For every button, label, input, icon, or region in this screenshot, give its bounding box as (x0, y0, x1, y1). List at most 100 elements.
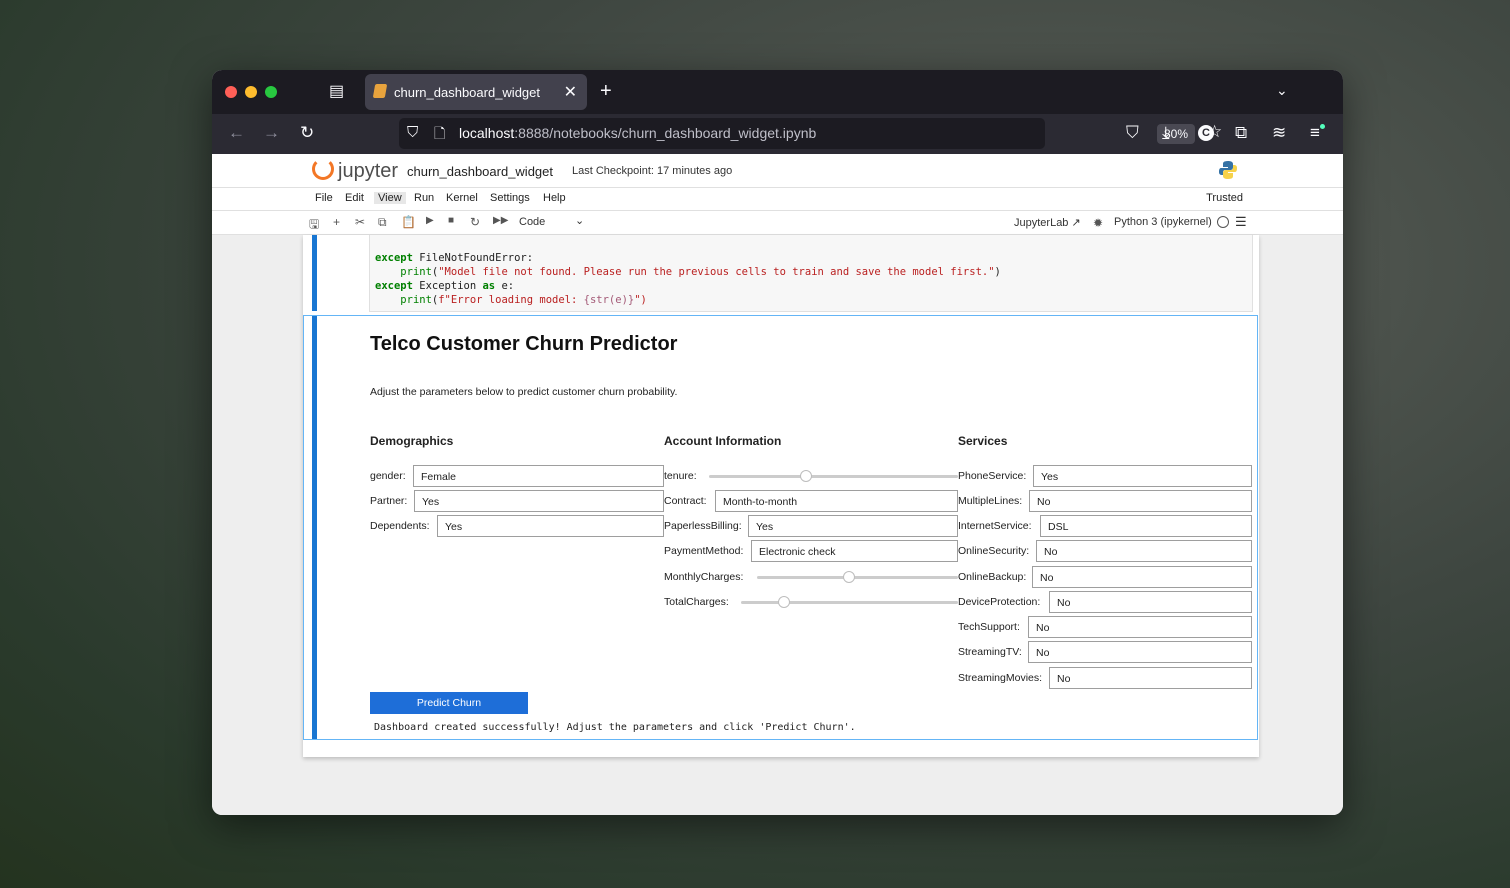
dashboard-description: Adjust the parameters below to predict c… (370, 386, 678, 398)
phone-service-label: PhoneService: (958, 470, 1027, 482)
menu-kernel[interactable]: Kernel (446, 192, 478, 204)
run-icon[interactable]: ▶ (426, 215, 434, 226)
internet-service-select[interactable]: DSL (1040, 515, 1252, 537)
total-charges-slider-track[interactable] (741, 601, 958, 604)
fast-forward-icon[interactable]: ▶▶ (493, 215, 508, 226)
streaming-tv-label: StreamingTV: (958, 646, 1022, 658)
cell-type-select[interactable]: Code (519, 216, 545, 228)
payment-method-label: PaymentMethod: (664, 545, 744, 557)
toolbar-menu-icon[interactable]: ☰ (1235, 214, 1247, 230)
gender-label: gender: (370, 470, 406, 482)
account-avatar-icon[interactable]: C (1198, 125, 1214, 141)
copy-icon[interactable]: ⧉ (378, 215, 387, 230)
download-icon[interactable]: ⤓ (1162, 124, 1170, 142)
app-menu-icon[interactable]: ≡ (1310, 124, 1320, 142)
total-charges-slider-handle[interactable] (778, 596, 791, 608)
menu-edit[interactable]: Edit (345, 192, 364, 204)
trusted-indicator[interactable]: Trusted (1206, 192, 1243, 204)
chevron-down-icon[interactable]: ⌄ (1276, 82, 1288, 98)
paperless-billing-label: PaperlessBilling: (664, 520, 742, 532)
online-backup-row: OnlineBackup: No (958, 566, 1252, 588)
dependents-select[interactable]: Yes (437, 515, 664, 537)
streaming-movies-label: StreamingMovies: (958, 672, 1043, 684)
device-protection-select[interactable]: No (1049, 591, 1252, 613)
tab-churn-dashboard[interactable]: churn_dashboard_widget ✕ (365, 74, 587, 110)
new-tab-icon[interactable]: + (600, 81, 612, 101)
device-protection-row: DeviceProtection: No (958, 591, 1252, 613)
streaming-tv-select[interactable]: No (1028, 641, 1252, 663)
save-icon[interactable]: 🖫 (309, 215, 319, 236)
code-editor[interactable]: except FileNotFoundError: print("Model f… (369, 235, 1253, 312)
navigation-bar: ← → ↻ ⛉ 🗋 localhost:8888/notebooks/churn… (212, 114, 1343, 154)
url-text[interactable]: localhost:8888/notebooks/churn_dashboard… (459, 125, 816, 141)
sidebar-tools-icon[interactable]: ≋ (1272, 124, 1286, 142)
streaming-movies-row: StreamingMovies: No (958, 667, 1252, 689)
cell-selection-bar (312, 235, 317, 311)
python-logo-icon (1219, 161, 1237, 179)
tab-bar: ▤ churn_dashboard_widget ✕ + ⌄ (212, 70, 1343, 114)
chevron-down-icon[interactable]: ⌄ (575, 214, 584, 227)
contract-select[interactable]: Month-to-month (715, 490, 958, 512)
tenure-slider-track[interactable] (709, 475, 958, 478)
close-window-button[interactable] (225, 86, 237, 98)
menu-help[interactable]: Help (543, 192, 566, 204)
jupyter-logo[interactable]: jupyter (312, 158, 398, 183)
streaming-tv-row: StreamingTV: No (958, 641, 1252, 663)
url-bar[interactable]: ⛉ 🗋 localhost:8888/notebooks/churn_dashb… (399, 118, 1222, 149)
jupyter-header: jupyter churn_dashboard_widget Last Chec… (212, 154, 1343, 188)
pocket-icon[interactable]: ⛉ (1126, 124, 1139, 142)
online-backup-select[interactable]: No (1032, 566, 1252, 588)
monthly-charges-slider-track[interactable] (757, 576, 958, 579)
device-protection-label: DeviceProtection: (958, 596, 1041, 608)
paste-icon[interactable]: 📋 (401, 215, 416, 229)
stop-icon[interactable]: ■ (448, 215, 454, 226)
tab-overview-icon[interactable]: ▤ (329, 84, 344, 100)
reload-icon[interactable]: ↻ (300, 124, 314, 142)
tenure-row: tenure: (664, 465, 958, 487)
paperless-billing-select[interactable]: Yes (748, 515, 958, 537)
maximize-window-button[interactable] (265, 86, 277, 98)
online-backup-label: OnlineBackup: (958, 571, 1027, 583)
restart-icon[interactable]: ↻ (470, 215, 480, 229)
page-info-icon[interactable]: 🗋 (434, 124, 445, 142)
gender-select[interactable]: Female (413, 465, 664, 487)
last-checkpoint: Last Checkpoint: 17 minutes ago (572, 165, 733, 177)
online-security-select[interactable]: No (1036, 540, 1252, 562)
shield-icon[interactable]: ⛉ (407, 124, 418, 142)
streaming-movies-select[interactable]: No (1049, 667, 1252, 689)
menu-run[interactable]: Run (414, 192, 434, 204)
partner-label: Partner: (370, 495, 408, 507)
jupyterlab-link[interactable]: JupyterLab ↗ (1014, 216, 1081, 229)
multiple-lines-select[interactable]: No (1029, 490, 1252, 512)
cut-icon[interactable]: ✂ (355, 215, 365, 229)
code-line: except Exception as e: (375, 280, 515, 292)
payment-method-select[interactable]: Electronic check (751, 540, 958, 562)
extensions-icon[interactable]: ⧉ (1235, 124, 1247, 142)
menu-settings[interactable]: Settings (490, 192, 530, 204)
monthly-charges-slider-handle[interactable] (843, 571, 856, 583)
section-account-information: Account Information (664, 434, 782, 448)
notebook-name[interactable]: churn_dashboard_widget (407, 164, 553, 179)
insert-cell-icon[interactable]: + (333, 215, 340, 229)
browser-window: ▤ churn_dashboard_widget ✕ + ⌄ ← → ↻ ⛉ 🗋… (212, 70, 1343, 815)
menu-view[interactable]: View (374, 192, 406, 204)
code-cell[interactable]: except FileNotFoundError: print("Model f… (303, 235, 1259, 313)
close-tab-icon[interactable]: ✕ (564, 82, 577, 102)
partner-select[interactable]: Yes (414, 490, 664, 512)
phone-service-select[interactable]: Yes (1033, 465, 1252, 487)
online-security-row: OnlineSecurity: No (958, 540, 1252, 562)
menu-file[interactable]: File (315, 192, 333, 204)
minimize-window-button[interactable] (245, 86, 257, 98)
section-services: Services (958, 434, 1008, 448)
tenure-label: tenure: (664, 470, 697, 482)
kernel-name[interactable]: Python 3 (ipykernel) (1114, 216, 1212, 228)
forward-icon[interactable]: → (263, 124, 280, 142)
debugger-bug-icon[interactable]: ✹ (1093, 216, 1103, 230)
monthly-charges-label: MonthlyCharges: (664, 571, 744, 583)
tenure-slider-handle[interactable] (800, 470, 813, 482)
code-line: except FileNotFoundError: (375, 252, 534, 264)
back-icon[interactable]: ← (228, 124, 245, 142)
predict-churn-button[interactable]: Predict Churn (370, 692, 528, 714)
tech-support-select[interactable]: No (1028, 616, 1252, 638)
monthly-charges-row: MonthlyCharges: (664, 566, 958, 588)
